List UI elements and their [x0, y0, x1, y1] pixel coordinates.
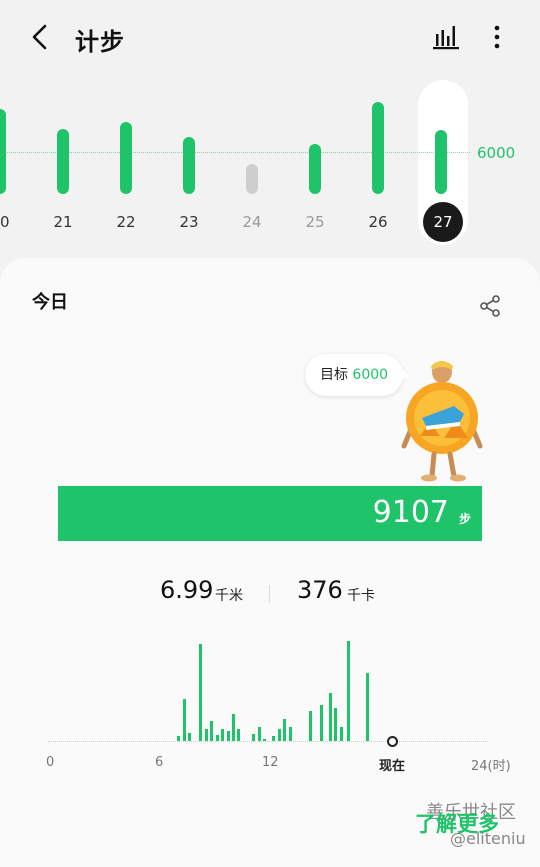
hourly-bar: [283, 719, 287, 741]
share-button[interactable]: [478, 294, 502, 318]
sun-mascot-illustration: [401, 361, 483, 482]
more-vertical-icon: [494, 25, 500, 49]
hourly-bar: [215, 735, 219, 741]
hourly-bar: [328, 693, 332, 741]
hourly-bar: [288, 727, 292, 741]
day-bar-22[interactable]: [120, 122, 132, 194]
statistics-button[interactable]: [430, 22, 464, 52]
share-icon: [480, 295, 500, 317]
hourly-bar: [226, 731, 230, 741]
steps-progress-bar: 9107 步: [58, 486, 482, 541]
goal-value: 6000: [352, 367, 389, 383]
back-button[interactable]: [26, 22, 56, 52]
day-bar-25[interactable]: [309, 144, 321, 194]
day-label-27[interactable]: 27: [423, 202, 463, 242]
hourly-bar: [221, 729, 225, 741]
hourly-bar: [277, 729, 281, 741]
chart-baseline: [48, 741, 488, 742]
steps-unit: 步: [458, 512, 471, 526]
distance-unit: 千米: [215, 588, 243, 604]
page-title: 计步: [75, 28, 125, 56]
day-bar-27[interactable]: [435, 130, 447, 194]
goal-prefix: 目标: [319, 367, 348, 383]
app-bar: 计步: [0, 0, 540, 76]
day-label-26[interactable]: 26: [358, 213, 398, 231]
stats-row: 6.99 千米 376 千卡: [0, 576, 540, 616]
hourly-steps-chart: 0 6 12 24(时) 现在: [0, 633, 540, 783]
hourly-bar: [204, 729, 208, 741]
hourly-bar: [237, 729, 241, 741]
watermark-user: @eliteniu: [450, 829, 526, 848]
today-title: 今日: [32, 292, 68, 313]
hourly-bar: [347, 641, 351, 741]
hourly-bar: [199, 644, 203, 741]
day-bar-26[interactable]: [372, 102, 384, 194]
chevron-left-icon: [32, 24, 47, 50]
day-label-22[interactable]: 22: [106, 213, 146, 231]
now-label: 现在: [379, 759, 406, 774]
hourly-bar: [257, 727, 261, 741]
hourly-bar: [272, 736, 276, 741]
hourly-bar: [339, 727, 343, 741]
distance-value: 6.99: [160, 576, 214, 604]
day-bar-21[interactable]: [57, 129, 69, 194]
hourly-bar: [210, 721, 214, 741]
hourly-bar: [177, 736, 181, 741]
hourly-bar: [365, 673, 369, 741]
day-label-20[interactable]: 20: [0, 213, 20, 231]
day-label-23[interactable]: 23: [169, 213, 209, 231]
tick-12: 12: [262, 755, 279, 770]
tick-24: 24(时): [471, 759, 511, 774]
hourly-bar: [263, 739, 267, 741]
day-label-21[interactable]: 21: [43, 213, 83, 231]
now-marker: [387, 736, 398, 747]
goal-line: [0, 152, 470, 153]
hourly-bar: [182, 699, 186, 741]
hourly-bar: [308, 711, 312, 741]
hourly-bar: [232, 714, 235, 741]
daily-steps-strip: 6000 20 21 22 23 24 25 26 27: [0, 78, 540, 253]
day-bar-20[interactable]: [0, 109, 6, 194]
hourly-bar: [252, 734, 256, 741]
steps-count: 9107: [372, 495, 449, 530]
hourly-bar: [319, 705, 323, 741]
day-bar-24[interactable]: [246, 164, 258, 194]
day-label-24[interactable]: 24: [232, 213, 272, 231]
calories-value: 376: [297, 576, 343, 604]
hourly-bar: [188, 733, 192, 741]
goal-line-label: 6000: [477, 144, 516, 162]
more-button[interactable]: [486, 22, 508, 52]
hourly-bar: [334, 708, 338, 741]
stats-divider: [269, 585, 270, 603]
day-label-25[interactable]: 25: [295, 213, 335, 231]
calories-unit: 千卡: [347, 588, 375, 604]
day-bar-23[interactable]: [183, 137, 195, 194]
tick-0: 0: [46, 755, 55, 770]
goal-bubble: 目标 6000: [305, 354, 410, 396]
tick-6: 6: [155, 755, 164, 770]
bar-chart-icon: [433, 26, 459, 50]
today-card: 今日 目标 6000 9107 步 6.99 千米 376 千卡 0 6 12 …: [0, 258, 540, 867]
